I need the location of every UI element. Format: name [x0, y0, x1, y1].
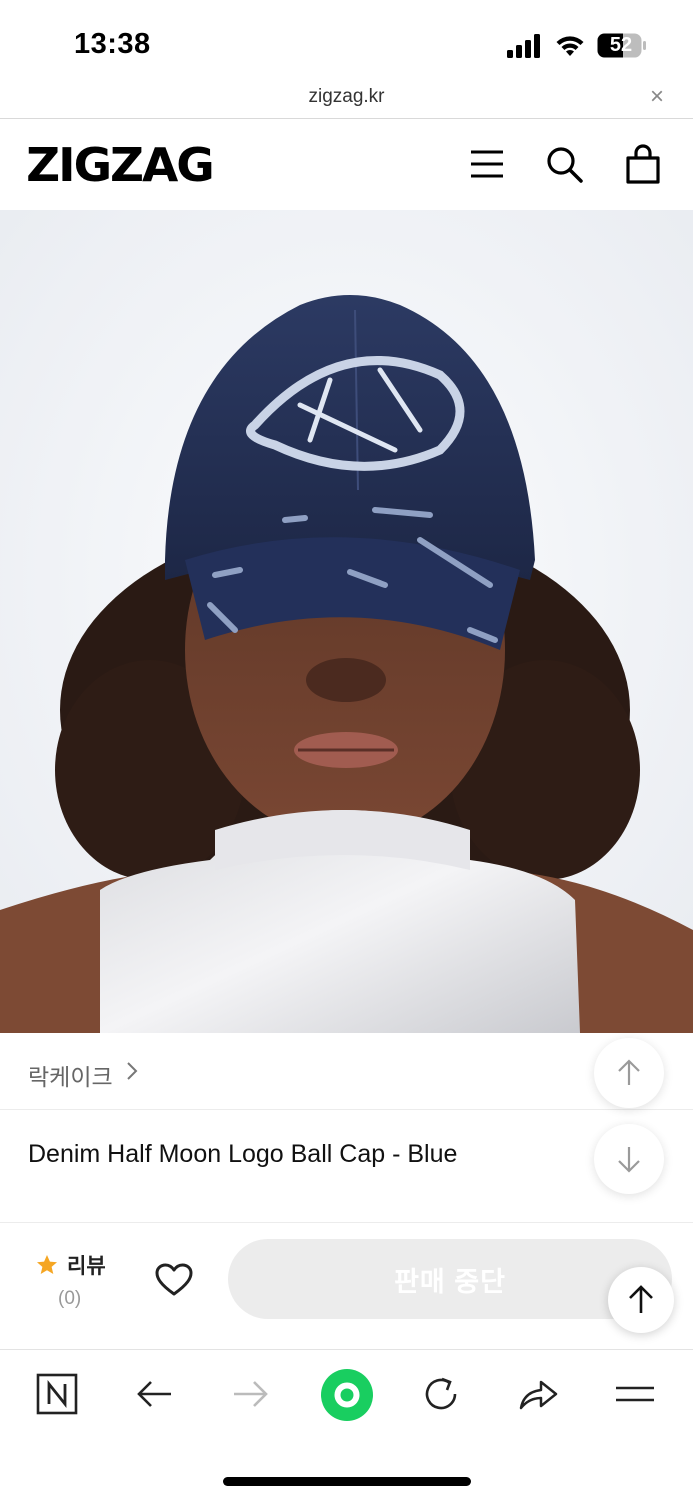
arrow-up-icon: [629, 1285, 653, 1313]
scroll-to-top-button[interactable]: [608, 1267, 674, 1333]
scroll-down-button[interactable]: [594, 1124, 664, 1194]
sold-out-button[interactable]: 판매 중단: [228, 1239, 672, 1319]
review-label[interactable]: 리뷰: [67, 1250, 106, 1280]
cellular-signal-icon: [507, 34, 540, 58]
home-indicator[interactable]: [223, 1477, 471, 1486]
shopping-bag-icon[interactable]: [623, 142, 663, 186]
review-count[interactable]: (0): [58, 1288, 81, 1310]
arrow-up-icon: [618, 1059, 640, 1085]
wifi-icon: [556, 36, 584, 56]
chevron-right-icon[interactable]: [124, 1058, 140, 1084]
back-arrow-icon[interactable]: [131, 1371, 177, 1417]
more-menu-icon[interactable]: [612, 1371, 658, 1417]
reload-icon[interactable]: [418, 1371, 464, 1417]
share-icon[interactable]: [515, 1371, 561, 1417]
arrow-down-icon: [618, 1147, 640, 1173]
url-text[interactable]: zigzag.kr: [0, 86, 693, 108]
product-title: Denim Half Moon Logo Ball Cap - Blue: [28, 1140, 458, 1168]
star-icon: [37, 1255, 57, 1274]
brand-name[interactable]: 락케이크: [28, 1058, 113, 1092]
heart-icon[interactable]: [154, 1262, 194, 1298]
naver-icon[interactable]: [34, 1371, 80, 1417]
battery-level: 52: [609, 34, 633, 56]
search-icon[interactable]: [544, 142, 584, 186]
home-icon[interactable]: [320, 1368, 374, 1422]
menu-icon[interactable]: [467, 142, 507, 186]
close-icon[interactable]: ×: [646, 85, 668, 109]
product-image[interactable]: [0, 210, 693, 1033]
product-photo-denim-cap-icon: [0, 210, 693, 1033]
forward-arrow-icon[interactable]: [228, 1371, 274, 1417]
zigzag-logo[interactable]: ZIGZAG: [26, 138, 215, 192]
scroll-up-button[interactable]: [594, 1038, 664, 1108]
status-time: 13:38: [74, 28, 151, 60]
divider: [0, 1222, 693, 1223]
